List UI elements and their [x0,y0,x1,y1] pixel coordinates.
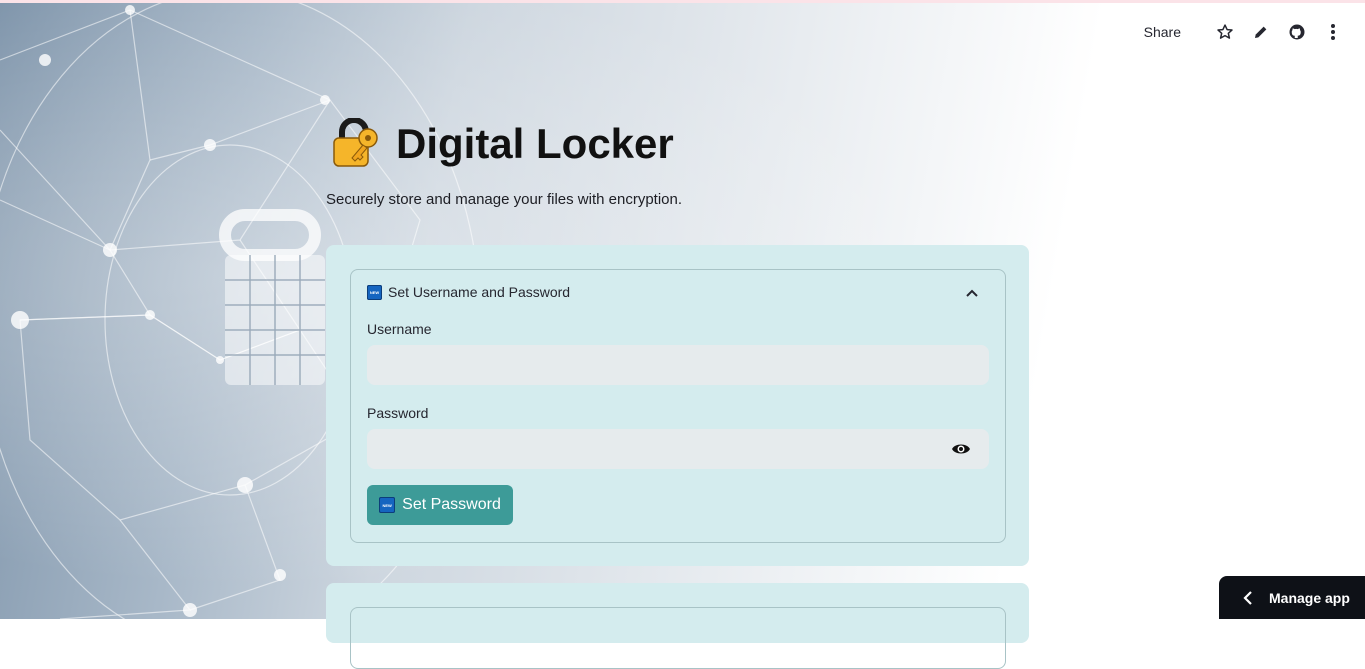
expander-title: Set Username and Password [388,284,571,300]
new-badge-icon: NEW [379,497,396,513]
set-password-button[interactable]: NEW Set Password [367,485,513,525]
top-accent-line [0,0,1365,3]
set-password-card: NEW Set Username and Password Username P… [326,245,1029,566]
share-button[interactable]: Share [1144,24,1181,40]
more-vert-icon[interactable] [1323,22,1343,42]
password-input[interactable] [367,429,989,469]
new-badge-icon: NEW [367,284,382,300]
app-toolbar: Share [1144,22,1343,42]
pencil-icon[interactable] [1251,22,1271,42]
username-input[interactable] [367,345,989,385]
expander-header[interactable]: NEW Set Username and Password [367,284,989,300]
github-icon[interactable] [1287,22,1307,42]
second-expander[interactable] [350,607,1006,669]
set-password-expander: NEW Set Username and Password Username P… [350,269,1006,543]
lock-icon [330,117,382,170]
second-card [326,583,1029,669]
manage-app-label: Manage app [1269,589,1350,606]
page-title: Digital Locker [396,120,674,167]
username-label: Username [367,321,432,337]
eye-icon[interactable] [951,442,971,456]
manage-app-button[interactable]: Manage app [1219,576,1365,619]
page-subtitle: Securely store and manage your files wit… [326,191,683,208]
page-header: Digital Locker [330,117,674,170]
chevron-left-icon [1243,590,1252,605]
password-field-wrapper [351,429,1005,469]
set-password-button-label: Set Password [402,496,501,513]
star-icon[interactable] [1215,22,1235,42]
password-label: Password [367,405,429,421]
chevron-up-icon[interactable] [965,286,979,300]
